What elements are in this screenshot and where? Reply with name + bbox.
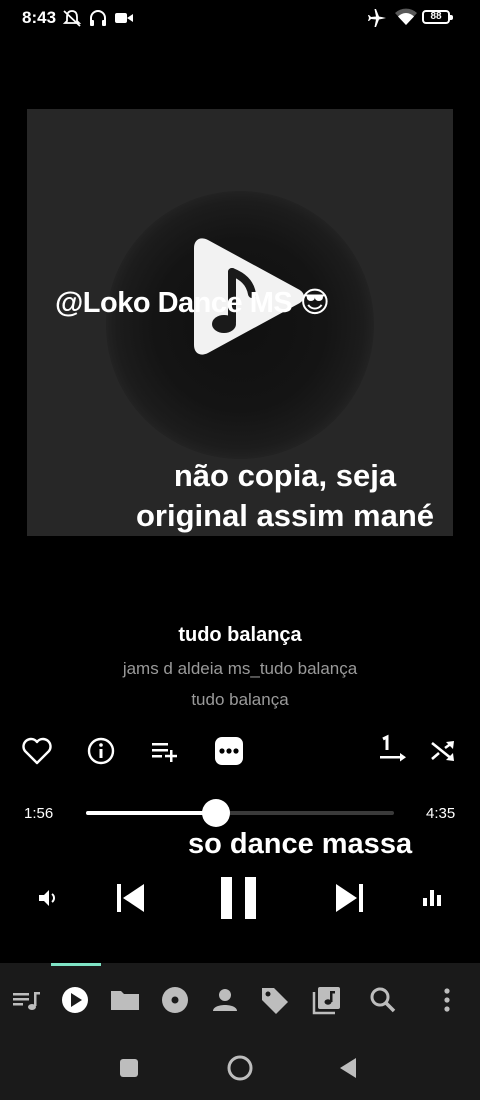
volume-button[interactable] (36, 886, 60, 910)
add-to-playlist-button[interactable] (148, 734, 182, 768)
repeat-button[interactable] (376, 734, 410, 768)
volume-icon (39, 890, 55, 906)
home-icon[interactable] (226, 1054, 254, 1082)
folder-icon (111, 991, 139, 1010)
shuffle-icon (431, 741, 454, 761)
nav-folders[interactable] (108, 983, 142, 1017)
repeat-one-icon (380, 734, 406, 762)
active-tab-indicator (51, 963, 101, 966)
bell-muted-icon (62, 10, 82, 27)
favorite-button[interactable] (20, 734, 54, 768)
wifi-icon (395, 8, 417, 25)
nav-artists[interactable] (208, 983, 242, 1017)
skip-next-icon (336, 884, 363, 912)
more-options-button[interactable] (212, 734, 246, 768)
library-music-icon (312, 987, 340, 1015)
pause-icon (221, 877, 256, 919)
info-icon (87, 737, 115, 765)
play-pause-button[interactable] (218, 874, 262, 922)
song-artist[interactable]: jams d aldeia ms_tudo balança (0, 659, 480, 679)
artwork-overlay-caption: não copia, seja original assim mané (135, 458, 435, 533)
queue-music-icon (13, 992, 40, 1010)
previous-button[interactable] (114, 880, 148, 916)
song-album[interactable]: tudo balança (0, 690, 480, 710)
nav-queue[interactable] (10, 983, 44, 1017)
total-time: 4:35 (426, 805, 456, 822)
artwork-overlay-channel: @Loko Dance MS 😎 (55, 287, 330, 319)
equalizer-button[interactable] (420, 886, 444, 910)
nav-more[interactable] (430, 983, 464, 1017)
nav-search[interactable] (366, 983, 400, 1017)
battery-indicator: 88 (422, 10, 453, 24)
next-button[interactable] (332, 880, 366, 916)
lyric-overlay: so dance massa (188, 828, 413, 860)
shuffle-button[interactable] (426, 734, 460, 768)
album-artwork[interactable]: @Loko Dance MS 😎 não copia, seja origina… (27, 109, 453, 536)
search-icon (370, 987, 396, 1013)
system-navigation-bar (0, 1033, 480, 1100)
airplane-mode-icon (368, 9, 386, 27)
person-icon (213, 989, 237, 1011)
more-vert-icon (444, 988, 450, 1012)
status-bar: 8:43 88 (0, 0, 480, 36)
nav-tags[interactable] (258, 983, 292, 1017)
current-time: 1:56 (24, 805, 54, 822)
album-disc-icon (162, 987, 188, 1013)
nav-now-playing[interactable] (58, 983, 92, 1017)
song-title: tudo balança (178, 624, 302, 646)
back-icon[interactable] (336, 1056, 360, 1080)
tag-icon (262, 988, 288, 1014)
video-camera-icon (115, 13, 133, 23)
heart-icon (22, 737, 52, 765)
headphones-icon (90, 10, 106, 26)
equalizer-icon (423, 890, 441, 906)
add-to-playlist-icon (152, 743, 177, 762)
skip-previous-icon (117, 884, 144, 912)
nav-albums[interactable] (158, 983, 192, 1017)
nav-playlists[interactable] (310, 983, 344, 1017)
status-time: 8:43 (22, 8, 57, 27)
seek-bar-progress (86, 811, 216, 815)
recents-icon[interactable] (118, 1057, 140, 1079)
more-icon (215, 737, 243, 765)
info-button[interactable] (84, 734, 118, 768)
seek-bar[interactable] (86, 811, 394, 815)
seek-thumb[interactable] (201, 799, 230, 827)
play-circle-icon (62, 987, 88, 1013)
